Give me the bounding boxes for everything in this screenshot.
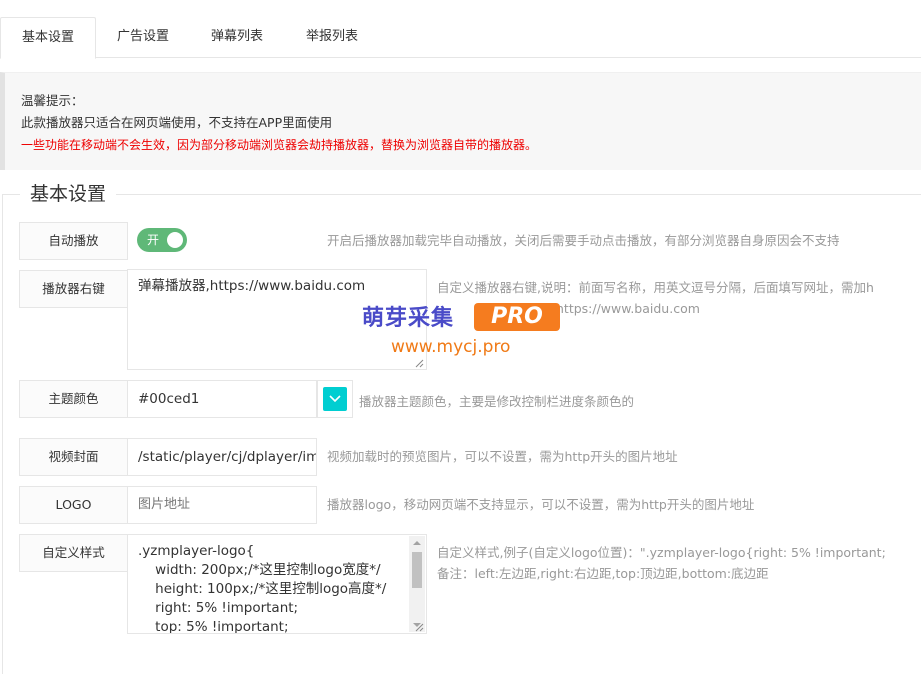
watermark-brand: 萌芽采集: [362, 306, 455, 331]
autoplay-label: 自动播放: [19, 222, 128, 260]
custom-style-textarea[interactable]: .yzmplayer-logo{ width: 200px;/*这里控制logo…: [127, 534, 427, 634]
custom-style-note: 备注：left:左边距,right:右边距,top:顶边距,bottom:底边距: [437, 566, 769, 581]
scrollbar-thumb[interactable]: [412, 552, 422, 588]
color-swatch: [323, 387, 347, 411]
tab-report-list[interactable]: 举报列表: [284, 17, 380, 58]
custom-style-hint: 自定义样式,例子(自定义logo位置)：".yzmplayer-logo{rig…: [437, 545, 886, 560]
custom-style-label: 自定义样式: [19, 534, 128, 572]
video-cover-input[interactable]: /static/player/cj/dplayer/im: [127, 438, 317, 476]
notice-box: 温馨提示： 此款播放器只适合在网页端使用，不支持在APP里面使用 一些功能在移动…: [0, 72, 921, 170]
tab-ad-settings[interactable]: 广告设置: [96, 17, 190, 58]
resize-grip-icon[interactable]: [414, 622, 424, 632]
video-cover-label: 视频封面: [19, 438, 128, 476]
video-cover-hint: 视频加载时的预览图片，可以不设置，需为http开头的图片地址: [327, 449, 678, 464]
notice-line-mobile-warning: 一些功能在移动端不会生效，因为部分移动端浏览器会劫持播放器，替换为浏览器自带的播…: [21, 138, 538, 152]
watermark-pro-badge: PRO: [474, 303, 560, 331]
notice-line-web-only: 此款播放器只适合在网页端使用，不支持在APP里面使用: [21, 115, 333, 130]
tab-danmaku-list[interactable]: 弹幕列表: [190, 17, 284, 58]
watermark-url: www.mycj.pro: [391, 337, 511, 357]
theme-color-label: 主题颜色: [19, 380, 128, 418]
chevron-down-icon: [329, 395, 341, 403]
switch-on-text: 开: [147, 233, 160, 247]
notice-title: 温馨提示：: [21, 93, 84, 108]
section-title: 基本设置: [20, 181, 117, 207]
logo-input[interactable]: 图片地址: [127, 486, 317, 524]
right-click-hint: 自定义播放器右键,说明：前面写名称，用英文逗号分隔，后面填写网址，需加h: [437, 280, 874, 295]
right-click-label: 播放器右键: [19, 270, 128, 308]
color-picker-button[interactable]: [317, 380, 353, 418]
scroll-up-icon[interactable]: [409, 536, 425, 550]
theme-color-input[interactable]: #00ced1: [127, 380, 317, 418]
right-click-hint-example: https://www.baidu.com: [556, 301, 700, 316]
resize-grip-icon[interactable]: [414, 358, 424, 368]
textarea-scrollbar[interactable]: [409, 536, 425, 632]
tab-basic-settings[interactable]: 基本设置: [0, 17, 96, 59]
switch-knob: [167, 232, 183, 248]
theme-color-hint: 播放器主题颜色，主要是修改控制栏进度条颜色的: [359, 394, 635, 409]
tab-bar: 基本设置 广告设置 弹幕列表 举报列表: [0, 0, 921, 59]
logo-label: LOGO: [19, 486, 128, 524]
logo-hint: 播放器logo，移动网页端不支持显示，可以不设置，需为http开头的图片地址: [327, 497, 755, 512]
autoplay-hint: 开启后播放器加载完毕自动播放，关闭后需要手动点击播放，有部分浏览器自身原因会不支…: [327, 233, 840, 248]
autoplay-switch[interactable]: 开: [137, 228, 187, 252]
